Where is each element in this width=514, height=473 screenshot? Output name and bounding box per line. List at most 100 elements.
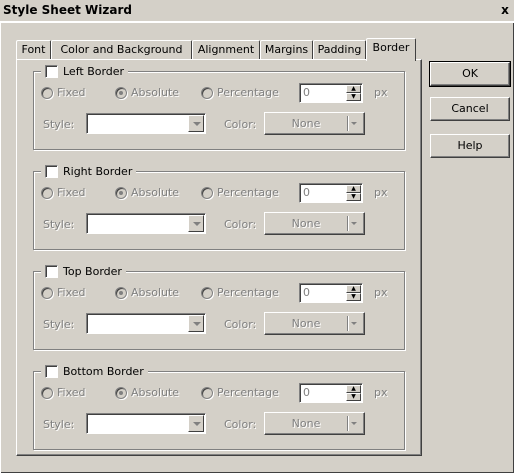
- top-fixed-radio[interactable]: [41, 287, 53, 299]
- dropdown-arrow-icon: [351, 322, 357, 325]
- top-unit-label: px: [374, 286, 388, 299]
- tab-padding[interactable]: Padding: [313, 40, 366, 59]
- close-icon[interactable]: x: [498, 2, 512, 18]
- bottom-style-label: Style:: [43, 418, 75, 431]
- top-width-value: 0: [303, 286, 310, 299]
- top-border-toggle[interactable]: Top Border: [41, 264, 126, 278]
- bottom-color-label: Color:: [224, 418, 257, 431]
- top-percentage-radio[interactable]: [201, 287, 213, 299]
- dropdown-arrow-icon: [351, 422, 357, 425]
- left-absolute-radio[interactable]: [115, 87, 127, 99]
- chevron-down-icon[interactable]: [188, 415, 204, 432]
- spin-down-icon[interactable]: ▼: [346, 93, 361, 101]
- tab-color-and-background[interactable]: Color and Background: [51, 40, 192, 59]
- left-fixed-radio[interactable]: [41, 87, 53, 99]
- left-color-label: Color:: [224, 118, 257, 131]
- bottom-border-label: Bottom Border: [63, 364, 144, 378]
- bottom-absolute-label: Absolute: [131, 386, 180, 399]
- right-color-label: Color:: [224, 218, 257, 231]
- spin-up-icon[interactable]: ▲: [346, 385, 361, 393]
- right-border-group: Right Border Fixed Absolute Percentage 0…: [33, 164, 405, 250]
- right-width-spinner[interactable]: 0 ▲ ▼: [299, 183, 363, 203]
- bottom-fixed-label: Fixed: [57, 386, 86, 399]
- right-color-value: None: [291, 217, 321, 230]
- right-style-label: Style:: [43, 218, 75, 231]
- right-style-select[interactable]: [86, 213, 206, 234]
- top-color-label: Color:: [224, 318, 257, 331]
- left-style-select[interactable]: [86, 113, 206, 134]
- left-border-group: Left Border Fixed Absolute Percentage 0 …: [33, 64, 405, 150]
- left-color-value: None: [291, 117, 321, 130]
- top-border-checkbox[interactable]: [45, 264, 58, 278]
- spin-up-icon[interactable]: ▲: [346, 85, 361, 93]
- top-absolute-radio[interactable]: [115, 287, 127, 299]
- top-absolute-label: Absolute: [131, 286, 180, 299]
- right-color-picker[interactable]: None: [264, 212, 365, 235]
- top-color-picker[interactable]: None: [264, 312, 365, 335]
- left-width-spinner[interactable]: 0 ▲ ▼: [299, 83, 363, 103]
- top-fixed-label: Fixed: [57, 286, 86, 299]
- right-width-value: 0: [303, 186, 310, 199]
- title-bar[interactable]: Style Sheet Wizard x: [0, 0, 514, 22]
- right-absolute-radio[interactable]: [115, 187, 127, 199]
- right-fixed-label: Fixed: [57, 186, 86, 199]
- top-width-spinner[interactable]: 0 ▲ ▼: [299, 283, 363, 303]
- bottom-color-value: None: [291, 417, 321, 430]
- left-border-label: Left Border: [63, 64, 125, 78]
- spin-down-icon[interactable]: ▼: [346, 193, 361, 201]
- top-border-label: Top Border: [63, 264, 122, 278]
- left-color-picker[interactable]: None: [264, 112, 365, 135]
- spin-down-icon[interactable]: ▼: [346, 393, 361, 401]
- bottom-fixed-radio[interactable]: [41, 387, 53, 399]
- bottom-style-select[interactable]: [86, 413, 206, 434]
- spin-up-icon[interactable]: ▲: [346, 185, 361, 193]
- bottom-border-checkbox[interactable]: [45, 364, 58, 378]
- left-border-toggle[interactable]: Left Border: [41, 64, 129, 78]
- bottom-border-group: Bottom Border Fixed Absolute Percentage …: [33, 364, 405, 450]
- left-style-label: Style:: [43, 118, 75, 131]
- tab-margins[interactable]: Margins: [260, 40, 313, 59]
- bottom-border-toggle[interactable]: Bottom Border: [41, 364, 148, 378]
- dropdown-arrow-icon: [351, 222, 357, 225]
- bottom-percentage-label: Percentage: [217, 386, 279, 399]
- left-percentage-label: Percentage: [217, 86, 279, 99]
- top-border-group: Top Border Fixed Absolute Percentage 0 ▲…: [33, 264, 405, 350]
- right-border-checkbox[interactable]: [45, 164, 58, 178]
- chevron-down-icon[interactable]: [188, 315, 204, 332]
- chevron-down-icon[interactable]: [188, 115, 204, 132]
- right-percentage-radio[interactable]: [201, 187, 213, 199]
- dropdown-arrow-icon: [351, 122, 357, 125]
- left-fixed-label: Fixed: [57, 86, 86, 99]
- right-percentage-label: Percentage: [217, 186, 279, 199]
- right-border-toggle[interactable]: Right Border: [41, 164, 137, 178]
- spin-up-icon[interactable]: ▲: [346, 285, 361, 293]
- right-fixed-radio[interactable]: [41, 187, 53, 199]
- chevron-down-icon[interactable]: [188, 215, 204, 232]
- window-title: Style Sheet Wizard: [3, 3, 132, 17]
- top-percentage-label: Percentage: [217, 286, 279, 299]
- bottom-percentage-radio[interactable]: [201, 387, 213, 399]
- left-border-checkbox[interactable]: [45, 64, 58, 78]
- top-style-select[interactable]: [86, 313, 206, 334]
- top-color-value: None: [291, 317, 321, 330]
- bottom-width-spinner[interactable]: 0 ▲ ▼: [299, 383, 363, 403]
- ok-button[interactable]: OK: [429, 61, 511, 87]
- tab-alignment[interactable]: Alignment: [192, 40, 260, 59]
- left-absolute-label: Absolute: [131, 86, 180, 99]
- left-percentage-radio[interactable]: [201, 87, 213, 99]
- left-width-value: 0: [303, 86, 310, 99]
- right-border-label: Right Border: [63, 164, 133, 178]
- bottom-absolute-radio[interactable]: [115, 387, 127, 399]
- help-button[interactable]: Help: [430, 134, 510, 158]
- bottom-unit-label: px: [374, 386, 388, 399]
- tab-font[interactable]: Font: [16, 40, 51, 59]
- spin-down-icon[interactable]: ▼: [346, 293, 361, 301]
- tab-border[interactable]: Border: [366, 38, 416, 61]
- right-unit-label: px: [374, 186, 388, 199]
- bottom-color-picker[interactable]: None: [264, 412, 365, 435]
- bottom-width-value: 0: [303, 386, 310, 399]
- left-unit-label: px: [374, 86, 388, 99]
- cancel-button[interactable]: Cancel: [430, 97, 510, 121]
- top-style-label: Style:: [43, 318, 75, 331]
- right-absolute-label: Absolute: [131, 186, 180, 199]
